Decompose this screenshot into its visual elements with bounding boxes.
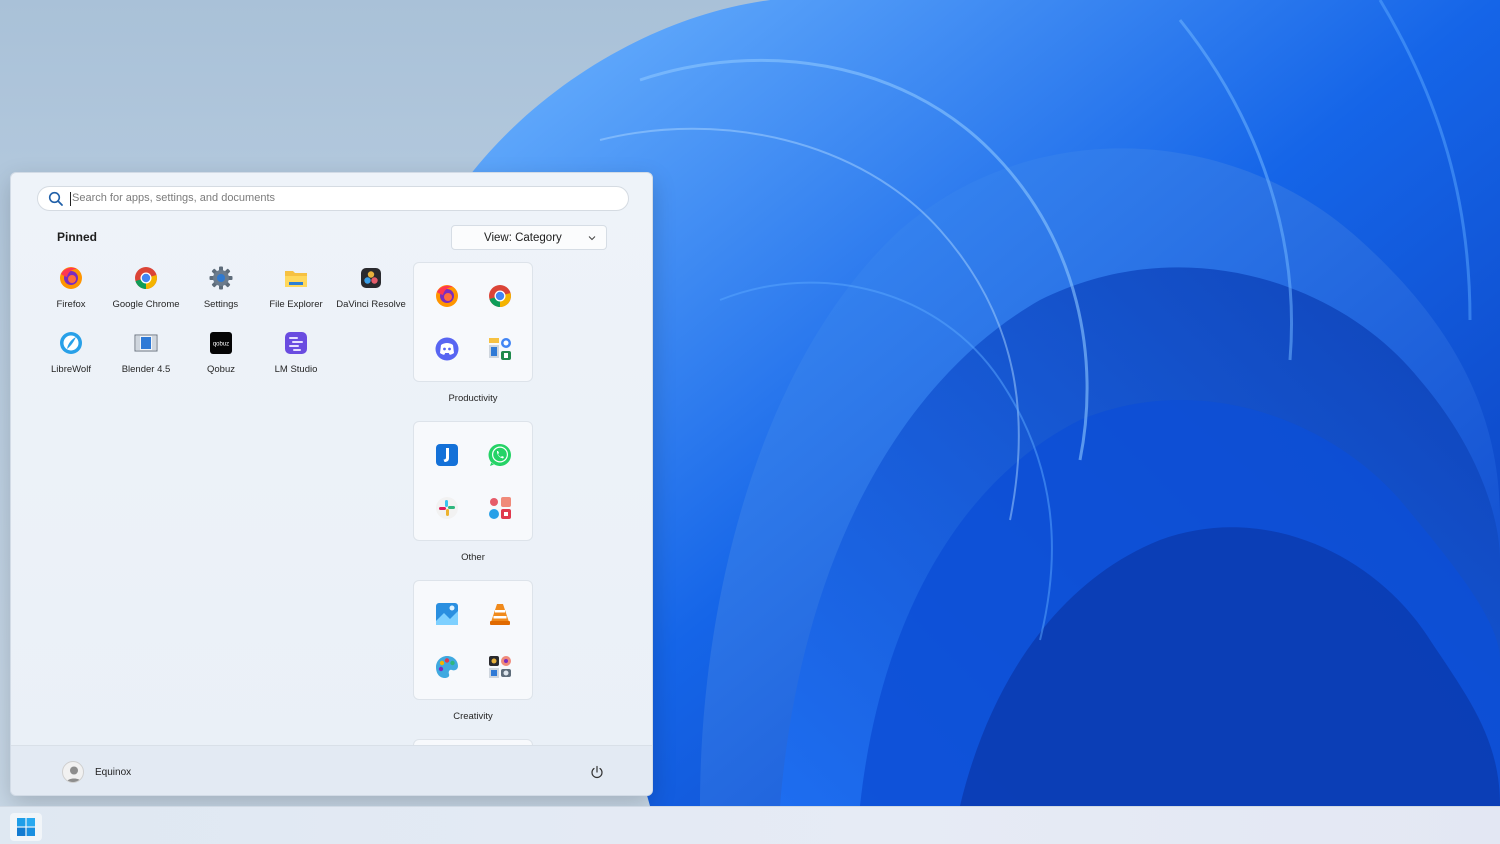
pinned-app-chrome[interactable]: Google Chrome xyxy=(106,265,186,310)
pinned-app-file-explorer[interactable]: File Explorer xyxy=(256,265,336,310)
app-label: Google Chrome xyxy=(112,299,180,310)
vlc-icon xyxy=(490,604,510,625)
power-icon[interactable] xyxy=(590,765,604,779)
more-apps-icon xyxy=(489,656,511,678)
davinci-resolve-icon xyxy=(361,268,381,288)
librewolf-icon xyxy=(60,332,82,354)
app-label: Settings xyxy=(203,299,239,310)
pinned-heading: Pinned xyxy=(57,230,98,244)
app-label: LibreWolf xyxy=(51,364,91,375)
category-label-creativity: Creativity xyxy=(453,711,493,722)
category-folder-creativity[interactable] xyxy=(413,580,533,700)
pinned-app-lm-studio[interactable]: LM Studio xyxy=(256,330,336,375)
search-icon xyxy=(48,191,63,206)
pinned-app-firefox[interactable]: Firefox xyxy=(31,265,111,310)
category-label-other: Other xyxy=(461,552,485,563)
search-box[interactable]: Search for apps, settings, and documents xyxy=(37,186,629,211)
search-placeholder: Search for apps, settings, and documents xyxy=(72,192,276,204)
pinned-app-librewolf[interactable]: LibreWolf xyxy=(31,330,111,375)
user-name[interactable]: Equinox xyxy=(95,767,131,778)
view-category-dropdown[interactable]: View: Category xyxy=(451,225,607,250)
app-label: Qobuz xyxy=(207,364,235,375)
paint-icon xyxy=(436,656,458,678)
pinned-app-qobuz[interactable]: qobuz Qobuz xyxy=(181,330,261,375)
user-icon xyxy=(66,766,82,782)
windows-start-icon xyxy=(17,818,35,836)
whatsapp-icon xyxy=(488,443,511,466)
more-apps-icon xyxy=(489,338,511,360)
category-label-productivity: Productivity xyxy=(448,393,498,404)
app-label: LM Studio xyxy=(274,364,318,375)
app-label: Firefox xyxy=(56,299,86,310)
start-menu: Search for apps, settings, and documents… xyxy=(10,172,653,796)
chevron-down-icon xyxy=(588,236,596,241)
firefox-icon xyxy=(436,285,458,307)
chrome-icon xyxy=(135,267,157,289)
avatar[interactable] xyxy=(62,761,84,783)
start-button[interactable] xyxy=(10,813,42,841)
taskbar xyxy=(0,806,1500,844)
discord-icon xyxy=(435,337,459,361)
qobuz-icon: qobuz xyxy=(210,332,232,354)
chrome-icon xyxy=(489,285,511,307)
app-label: DaVinci Resolve xyxy=(336,299,406,310)
folder-icon xyxy=(285,271,307,287)
more-apps-icon xyxy=(489,497,511,519)
firefox-icon xyxy=(60,267,82,289)
svg-text:qobuz: qobuz xyxy=(213,342,229,348)
app-label: Blender 4.5 xyxy=(121,364,171,375)
pinned-app-settings[interactable]: Settings xyxy=(181,265,261,310)
pinned-app-davinci-resolve[interactable]: DaVinci Resolve xyxy=(331,265,411,310)
text-caret xyxy=(70,192,71,206)
slack-icon xyxy=(436,497,458,519)
blender-icon xyxy=(134,334,158,352)
pinned-app-blender[interactable]: Blender 4.5 xyxy=(106,330,186,375)
photos-icon xyxy=(436,603,458,625)
view-dropdown-label: View: Category xyxy=(484,232,562,244)
joplin-icon xyxy=(436,444,458,466)
lm-studio-icon xyxy=(285,332,307,354)
category-folder-productivity[interactable] xyxy=(413,262,533,382)
settings-gear-icon xyxy=(209,266,233,290)
start-footer: Equinox xyxy=(11,745,652,795)
app-label: File Explorer xyxy=(269,299,323,310)
category-folder-other[interactable] xyxy=(413,421,533,541)
